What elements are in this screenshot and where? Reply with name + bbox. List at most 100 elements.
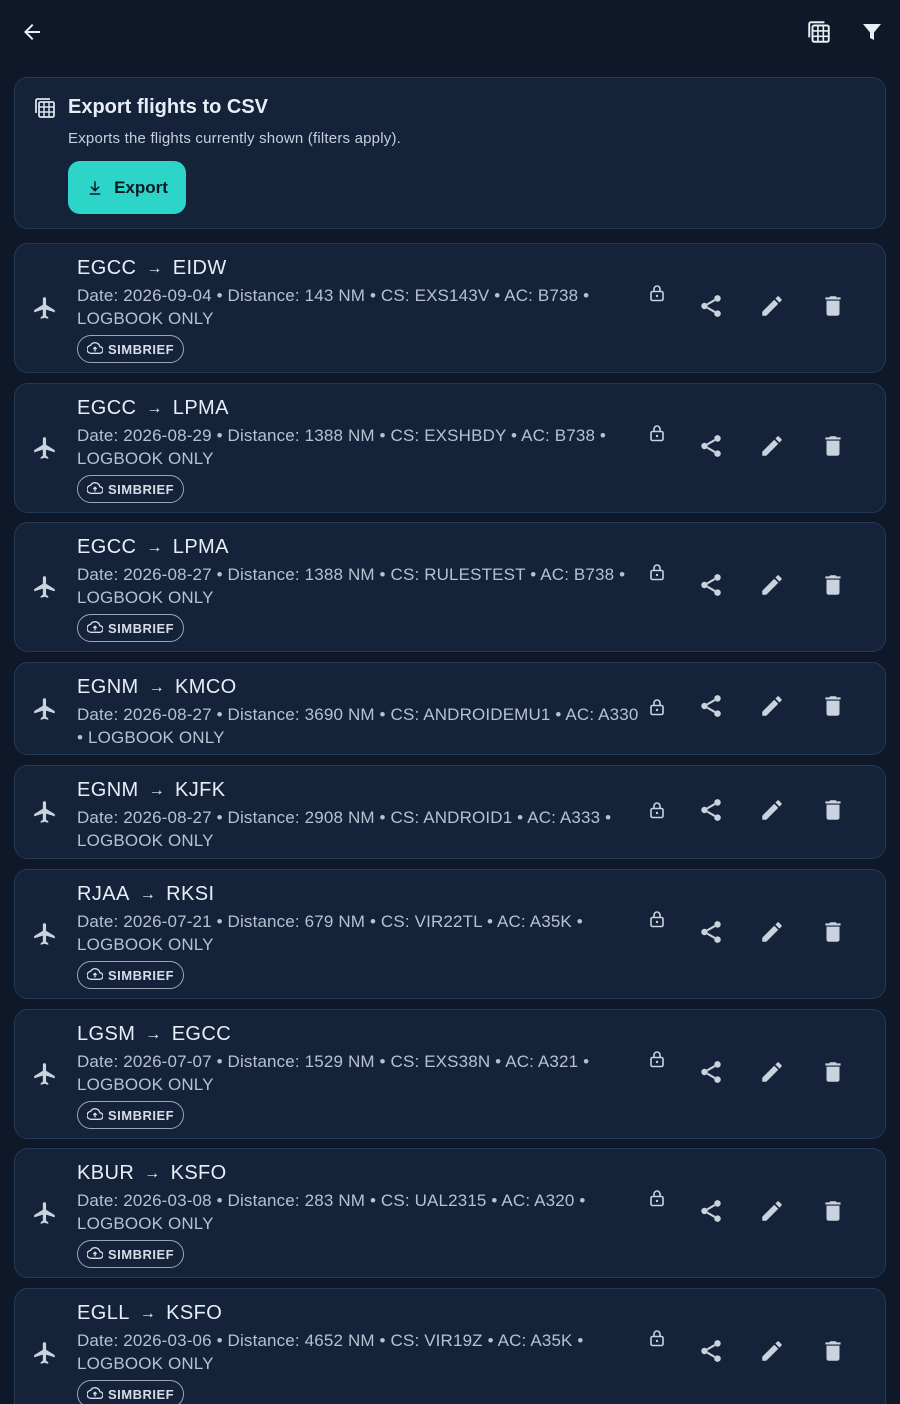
share-icon — [698, 293, 724, 324]
export-button[interactable]: Export — [68, 161, 186, 214]
arrow-right-icon: → — [139, 1304, 157, 1322]
pencil-icon — [759, 693, 785, 724]
top-app-bar — [0, 0, 900, 64]
flight-card[interactable]: EGNM → KJFK Date: 2026-08-27 • Distance: 29… — [14, 765, 886, 859]
delete-button[interactable] — [819, 798, 847, 826]
delete-button[interactable] — [819, 434, 847, 462]
arrow-right-icon: → — [139, 885, 157, 903]
edit-button[interactable] — [758, 695, 786, 723]
edit-button[interactable] — [758, 573, 786, 601]
flight-card[interactable]: EGCC → LPMA Date: 2026-08-29 • Distance: 13… — [14, 383, 886, 513]
share-button[interactable] — [697, 294, 725, 322]
airplane-icon — [32, 295, 58, 321]
badge-label: SIMBRIEF — [108, 481, 175, 497]
arrow-right-icon: → — [146, 538, 163, 556]
destination-code: RKSI — [166, 883, 215, 905]
origin-code: EGNM — [77, 676, 139, 698]
badge-label: SIMBRIEF — [108, 1107, 175, 1123]
pencil-icon — [759, 797, 785, 828]
flight-details: Date: 2026-07-07 • Distance: 1529 NM • C… — [77, 1052, 590, 1094]
flight-route: RJAA → RKSI — [77, 883, 214, 906]
edit-button[interactable] — [758, 920, 786, 948]
delete-button[interactable] — [819, 1199, 847, 1227]
destination-code: LPMA — [172, 536, 229, 558]
destination-code: EIDW — [172, 257, 227, 279]
badge-label: SIMBRIEF — [108, 341, 175, 357]
arrow-right-icon: → — [148, 678, 166, 696]
flight-card[interactable]: RJAA → RKSI Date: 2026-07-21 • Distance: 67… — [14, 869, 886, 999]
flight-card[interactable]: KBUR → KSFO Date: 2026-03-08 • Distance: 28… — [14, 1148, 886, 1278]
delete-button[interactable] — [819, 1339, 847, 1367]
destination-code: KSFO — [166, 1302, 223, 1324]
pencil-icon — [759, 433, 785, 464]
share-button[interactable] — [697, 1060, 725, 1088]
lock-icon — [649, 563, 665, 581]
simbrief-badge: SIMBRIEF — [77, 475, 185, 503]
share-button[interactable] — [697, 434, 725, 462]
airplane-icon — [32, 1200, 58, 1226]
flight-route: EGLL → KSFO — [77, 1302, 222, 1325]
edit-button[interactable] — [758, 1339, 786, 1367]
edit-button[interactable] — [758, 1060, 786, 1088]
export-subtitle: Exports the flights currently shown (fil… — [68, 130, 402, 147]
airplane-icon — [32, 1061, 58, 1087]
table-icon — [35, 98, 55, 118]
trash-icon — [820, 693, 846, 724]
trash-icon — [820, 433, 846, 464]
simbrief-badge: SIMBRIEF — [77, 961, 185, 989]
filter-button[interactable] — [852, 12, 892, 52]
lock-icon — [649, 698, 665, 716]
share-button[interactable] — [697, 798, 725, 826]
flight-details: Date: 2026-03-08 • Distance: 283 NM • CS… — [77, 1191, 586, 1233]
edit-button[interactable] — [758, 1199, 786, 1227]
simbrief-badge: SIMBRIEF — [77, 335, 185, 363]
simbrief-badge: SIMBRIEF — [77, 1380, 185, 1404]
flight-card[interactable]: EGCC → LPMA Date: 2026-08-27 • Distance: 13… — [14, 522, 886, 652]
delete-button[interactable] — [819, 920, 847, 948]
origin-code: KBUR — [77, 1162, 135, 1184]
share-button[interactable] — [697, 1339, 725, 1367]
edit-button[interactable] — [758, 294, 786, 322]
trash-icon — [820, 919, 846, 950]
flight-details: Date: 2026-08-27 • Distance: 1388 NM • C… — [77, 565, 626, 607]
flight-route: EGNM → KMCO — [77, 676, 237, 699]
lock-icon — [649, 801, 665, 819]
download-icon — [89, 180, 101, 195]
share-icon — [698, 433, 724, 464]
share-icon — [698, 572, 724, 603]
flight-card[interactable]: LGSM → EGCC Date: 2026-07-07 • Distance: 15… — [14, 1009, 886, 1139]
destination-code: EGCC — [171, 1023, 232, 1045]
share-icon — [698, 1059, 724, 1090]
share-button[interactable] — [697, 920, 725, 948]
delete-button[interactable] — [819, 294, 847, 322]
airplane-icon — [32, 574, 58, 600]
share-icon — [698, 1198, 724, 1229]
cloud-upload-icon — [86, 480, 104, 499]
export-csv-button[interactable] — [799, 12, 839, 52]
share-button[interactable] — [697, 573, 725, 601]
arrow-right-icon: → — [144, 1164, 161, 1182]
flight-card[interactable]: EGCC → EIDW Date: 2026-09-04 • Distance: 14… — [14, 243, 886, 373]
lock-icon — [649, 424, 665, 442]
lock-icon — [649, 1329, 665, 1347]
trash-icon — [820, 1198, 846, 1229]
origin-code: RJAA — [77, 883, 130, 905]
delete-button[interactable] — [819, 695, 847, 723]
origin-code: EGLL — [77, 1302, 130, 1324]
cloud-upload-icon — [86, 1385, 104, 1404]
trash-icon — [820, 797, 846, 828]
origin-code: EGNM — [77, 779, 139, 801]
flight-card[interactable]: EGNM → KMCO Date: 2026-08-27 • Distance: 36… — [14, 662, 886, 755]
trash-icon — [820, 293, 846, 324]
back-button[interactable] — [12, 12, 52, 52]
share-button[interactable] — [697, 1199, 725, 1227]
flight-card[interactable]: EGLL → KSFO Date: 2026-03-06 • Distance: 46… — [14, 1288, 886, 1404]
flight-route: EGNM → KJFK — [77, 779, 226, 802]
export-title: Export flights to CSV — [68, 96, 268, 118]
delete-button[interactable] — [819, 1060, 847, 1088]
cloud-upload-icon — [86, 340, 104, 359]
delete-button[interactable] — [819, 573, 847, 601]
edit-button[interactable] — [758, 798, 786, 826]
edit-button[interactable] — [758, 434, 786, 462]
share-button[interactable] — [697, 695, 725, 723]
